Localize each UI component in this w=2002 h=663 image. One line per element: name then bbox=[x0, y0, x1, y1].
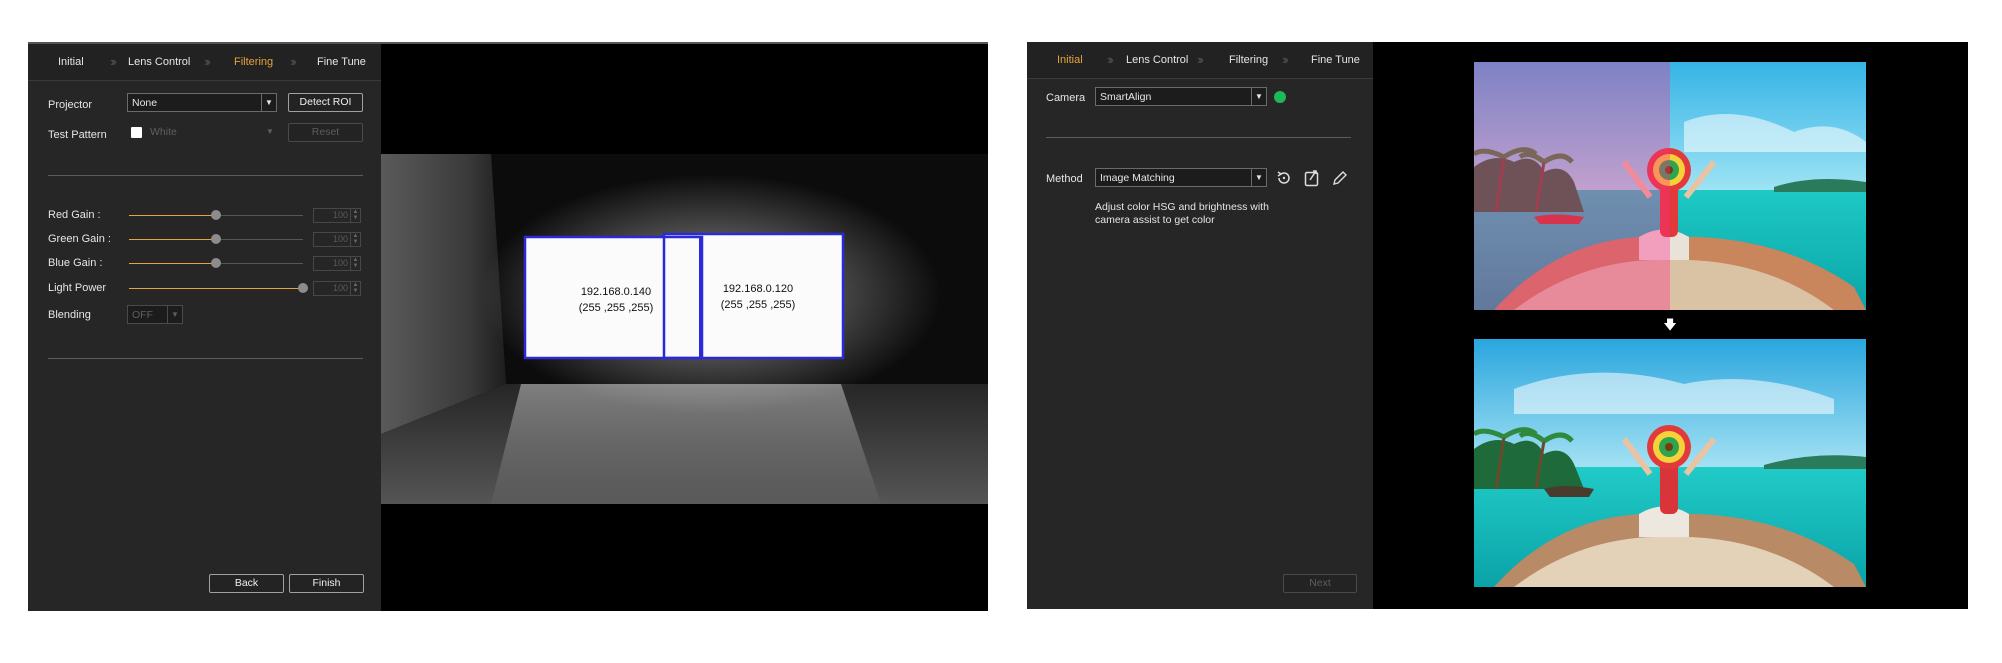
slider-handle[interactable] bbox=[211, 234, 221, 244]
blue-gain-label: Blue Gain : bbox=[48, 257, 103, 269]
color-matching-preview: 🡇 bbox=[1373, 42, 1968, 609]
right-screen-label: 192.168.0.120 (255 ,255 ,255) bbox=[703, 281, 813, 313]
right-screen-rgb: (255 ,255 ,255) bbox=[720, 299, 796, 311]
divider bbox=[48, 358, 363, 359]
red-gain-spinbox[interactable]: 100 ▲ ▼ bbox=[313, 208, 361, 223]
camera-select[interactable]: SmartAlign ▼ bbox=[1095, 87, 1267, 106]
before-image-art bbox=[1474, 62, 1866, 310]
step-lens-control[interactable]: Lens Control bbox=[1126, 54, 1188, 66]
camera-label: Camera bbox=[1046, 92, 1086, 104]
light-power-label: Light Power bbox=[48, 282, 107, 294]
next-button[interactable]: Next bbox=[1283, 574, 1357, 593]
spin-arrows-icon[interactable]: ▲ ▼ bbox=[350, 233, 360, 246]
blue-gain-spinbox[interactable]: 100 ▲ ▼ bbox=[313, 256, 361, 271]
left-screen-ip: 192.168.0.140 bbox=[580, 286, 652, 298]
green-gain-label: Green Gain : bbox=[48, 233, 111, 245]
floor-reflection bbox=[491, 384, 881, 504]
method-value: Image Matching bbox=[1100, 172, 1175, 184]
chevron-right-icon: ››› bbox=[290, 54, 297, 69]
green-gain-spinbox[interactable]: 100 ▲ ▼ bbox=[313, 232, 361, 247]
step-initial[interactable]: Initial bbox=[58, 56, 84, 68]
step-filtering[interactable]: Filtering bbox=[234, 56, 273, 68]
step-lens-control[interactable]: Lens Control bbox=[128, 56, 190, 68]
left-screen-label: 192.168.0.140 (255 ,255 ,255) bbox=[561, 284, 671, 316]
step-fine-tune[interactable]: Fine Tune bbox=[317, 56, 366, 68]
settings-panel: Initial ››› Lens Control ››› Filtering ›… bbox=[1027, 42, 1373, 609]
chevron-right-icon: ››› bbox=[1197, 52, 1204, 67]
settings-panel: Initial ››› Lens Control ››› Filtering ›… bbox=[28, 44, 381, 611]
method-label: Method bbox=[1046, 173, 1083, 185]
camera-value: SmartAlign bbox=[1100, 91, 1152, 103]
caret-down-icon: ▼ bbox=[1251, 88, 1266, 105]
spin-arrows-icon[interactable]: ▲ ▼ bbox=[350, 257, 360, 270]
divider bbox=[1046, 137, 1351, 138]
light-power-spinbox[interactable]: 100 ▲ ▼ bbox=[313, 281, 361, 296]
step-fine-tune[interactable]: Fine Tune bbox=[1311, 54, 1360, 66]
caret-down-icon: ▼ bbox=[1251, 169, 1266, 186]
chevron-right-icon: ››› bbox=[204, 54, 211, 69]
test-pattern-select[interactable]: White ▼ bbox=[146, 123, 277, 142]
detect-roi-button[interactable]: Detect ROI bbox=[288, 93, 363, 112]
test-pattern-value: White bbox=[150, 126, 177, 138]
description-line: camera assist to get color bbox=[1095, 214, 1215, 226]
light-power-value: 100 bbox=[332, 283, 348, 293]
left-screen-rgb: (255 ,255 ,255) bbox=[578, 302, 654, 314]
right-screen-ip: 192.168.0.120 bbox=[722, 283, 794, 295]
finish-button[interactable]: Finish bbox=[289, 574, 364, 593]
export-icon[interactable] bbox=[1303, 168, 1321, 187]
step-filtering[interactable]: Filtering bbox=[1229, 54, 1268, 66]
back-button[interactable]: Back bbox=[209, 574, 284, 593]
slider-handle[interactable] bbox=[211, 258, 221, 268]
step-initial[interactable]: Initial bbox=[1057, 54, 1083, 66]
test-pattern-label: Test Pattern bbox=[48, 129, 107, 141]
spin-arrows-icon[interactable]: ▲ ▼ bbox=[350, 209, 360, 222]
caret-down-icon: ▼ bbox=[167, 306, 182, 323]
blue-gain-slider[interactable] bbox=[129, 258, 303, 268]
projection-scene bbox=[381, 44, 988, 611]
before-preview-image bbox=[1474, 62, 1866, 310]
chevron-right-icon: ››› bbox=[1107, 52, 1114, 67]
step-navigation: Initial ››› Lens Control ››› Filtering ›… bbox=[1027, 42, 1373, 79]
chevron-right-icon: ››› bbox=[110, 54, 117, 69]
projection-preview: 192.168.0.140 (255 ,255 ,255) 192.168.0.… bbox=[381, 44, 988, 611]
blending-label: Blending bbox=[48, 309, 91, 321]
blue-gain-value: 100 bbox=[332, 258, 348, 268]
caret-down-icon: ▼ bbox=[266, 127, 274, 136]
after-preview-image bbox=[1474, 339, 1866, 587]
filtering-window: Initial ››› Lens Control ››› Filtering ›… bbox=[28, 42, 988, 611]
red-gain-slider[interactable] bbox=[129, 210, 303, 220]
chevron-right-icon: ››› bbox=[1282, 52, 1289, 67]
initial-window: Initial ››› Lens Control ››› Filtering ›… bbox=[1027, 42, 1968, 609]
green-gain-value: 100 bbox=[332, 234, 348, 244]
projector-select[interactable]: None ▼ bbox=[127, 93, 277, 112]
slider-handle[interactable] bbox=[298, 283, 308, 293]
blending-select[interactable]: OFF ▼ bbox=[127, 305, 183, 324]
test-pattern-checkbox[interactable] bbox=[131, 127, 142, 138]
red-gain-label: Red Gain : bbox=[48, 209, 101, 221]
slider-handle[interactable] bbox=[211, 210, 221, 220]
step-navigation: Initial ››› Lens Control ››› Filtering ›… bbox=[28, 44, 381, 81]
reset-button[interactable]: Reset bbox=[288, 123, 363, 142]
blending-value: OFF bbox=[132, 309, 153, 321]
caret-down-icon: ▼ bbox=[261, 94, 276, 111]
after-image-art bbox=[1474, 339, 1866, 587]
light-power-slider[interactable] bbox=[129, 283, 308, 293]
red-gain-value: 100 bbox=[332, 210, 348, 220]
projector-value: None bbox=[132, 97, 158, 109]
spin-arrows-icon[interactable]: ▲ ▼ bbox=[350, 282, 360, 295]
camera-status-indicator bbox=[1274, 91, 1286, 103]
arrow-down-icon: 🡇 bbox=[1663, 317, 1677, 332]
color-shift-overlay bbox=[1474, 62, 1670, 310]
method-select[interactable]: Image Matching ▼ bbox=[1095, 168, 1267, 187]
reset-icon[interactable] bbox=[1275, 169, 1293, 187]
green-gain-slider[interactable] bbox=[129, 234, 303, 244]
method-description: Adjust color HSG and brightness with cam… bbox=[1095, 201, 1269, 227]
edit-icon[interactable] bbox=[1331, 169, 1349, 187]
description-line: Adjust color HSG and brightness with bbox=[1095, 201, 1269, 213]
projector-label: Projector bbox=[48, 99, 93, 111]
divider bbox=[48, 175, 363, 176]
